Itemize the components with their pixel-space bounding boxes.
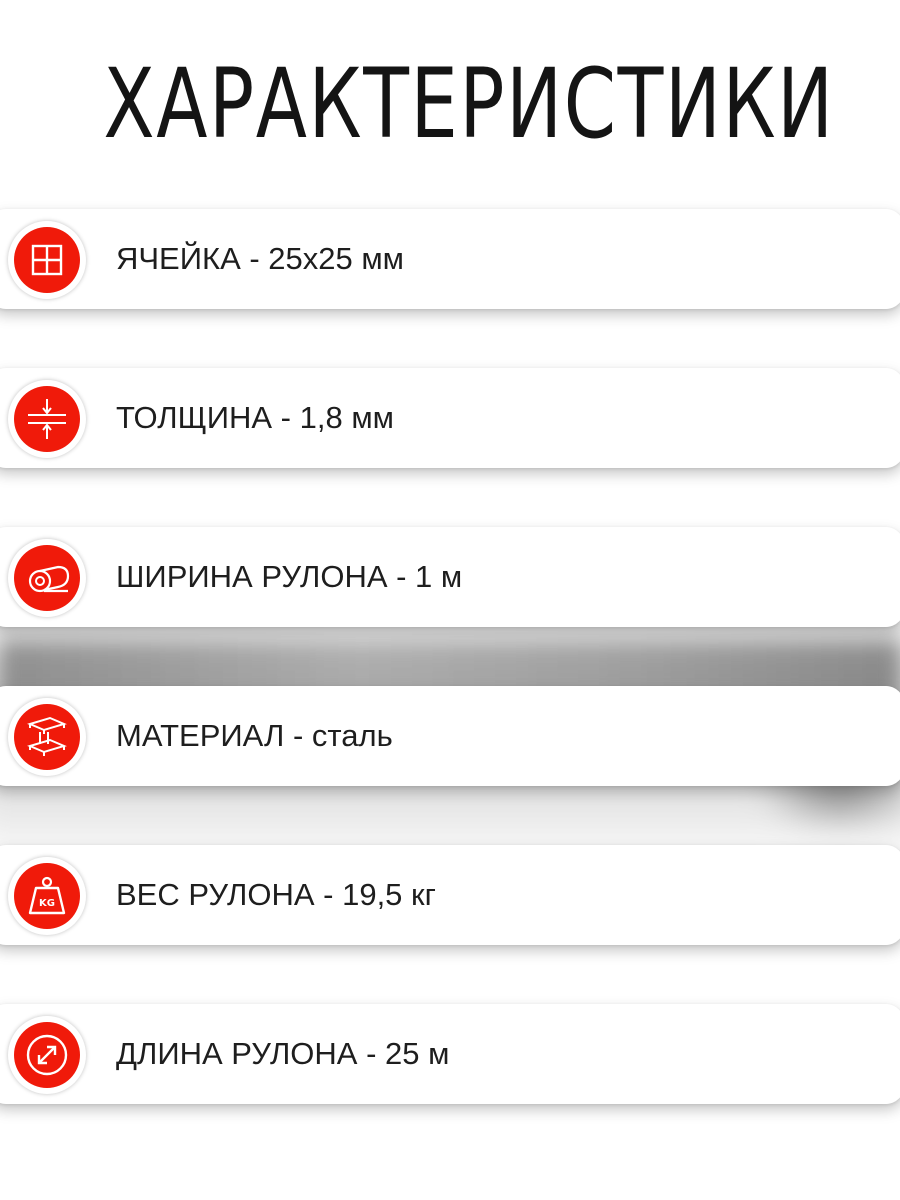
spec-label: ДЛИНА РУЛОНА - 25 м [116, 1036, 450, 1071]
icon-badge [8, 539, 86, 617]
length-arrow-icon [14, 1022, 80, 1088]
icon-badge [8, 698, 86, 776]
spec-label: МАТЕРИАЛ - сталь [116, 718, 393, 753]
steel-beam-icon [14, 704, 80, 770]
spec-label: ТОЛЩИНА - 1,8 мм [116, 400, 394, 435]
weight-icon-text: KG [39, 898, 55, 909]
icon-badge [8, 221, 86, 299]
icon-badge [8, 1016, 86, 1094]
icon-badge: KG [8, 857, 86, 935]
thickness-icon [14, 386, 80, 452]
icon-badge [8, 380, 86, 458]
weight-icon: KG [14, 863, 80, 929]
page-title: ХАРАКТЕРИСТИКИ [103, 48, 835, 160]
spec-label: ШИРИНА РУЛОНА - 1 м [116, 559, 463, 594]
grid-icon [14, 227, 80, 293]
spec-card-weight: KG ВЕС РУЛОНА - 19,5 кг [0, 845, 900, 945]
spec-card-cell: ЯЧЕЙКА - 25х25 мм [0, 209, 900, 309]
spec-card-width: ШИРИНА РУЛОНА - 1 м [0, 527, 900, 627]
spec-card-length: ДЛИНА РУЛОНА - 25 м [0, 1004, 900, 1104]
spec-card-thickness: ТОЛЩИНА - 1,8 мм [0, 368, 900, 468]
spec-label: ЯЧЕЙКА - 25х25 мм [116, 241, 404, 276]
spec-card-material: МАТЕРИАЛ - сталь [0, 686, 900, 786]
spec-label: ВЕС РУЛОНА - 19,5 кг [116, 877, 436, 912]
roll-icon [14, 545, 80, 611]
characteristics-page: ХАРАКТЕРИСТИКИ ЯЧЕЙКА - 25х25 мм ТОЛЩИНА… [0, 0, 900, 1200]
